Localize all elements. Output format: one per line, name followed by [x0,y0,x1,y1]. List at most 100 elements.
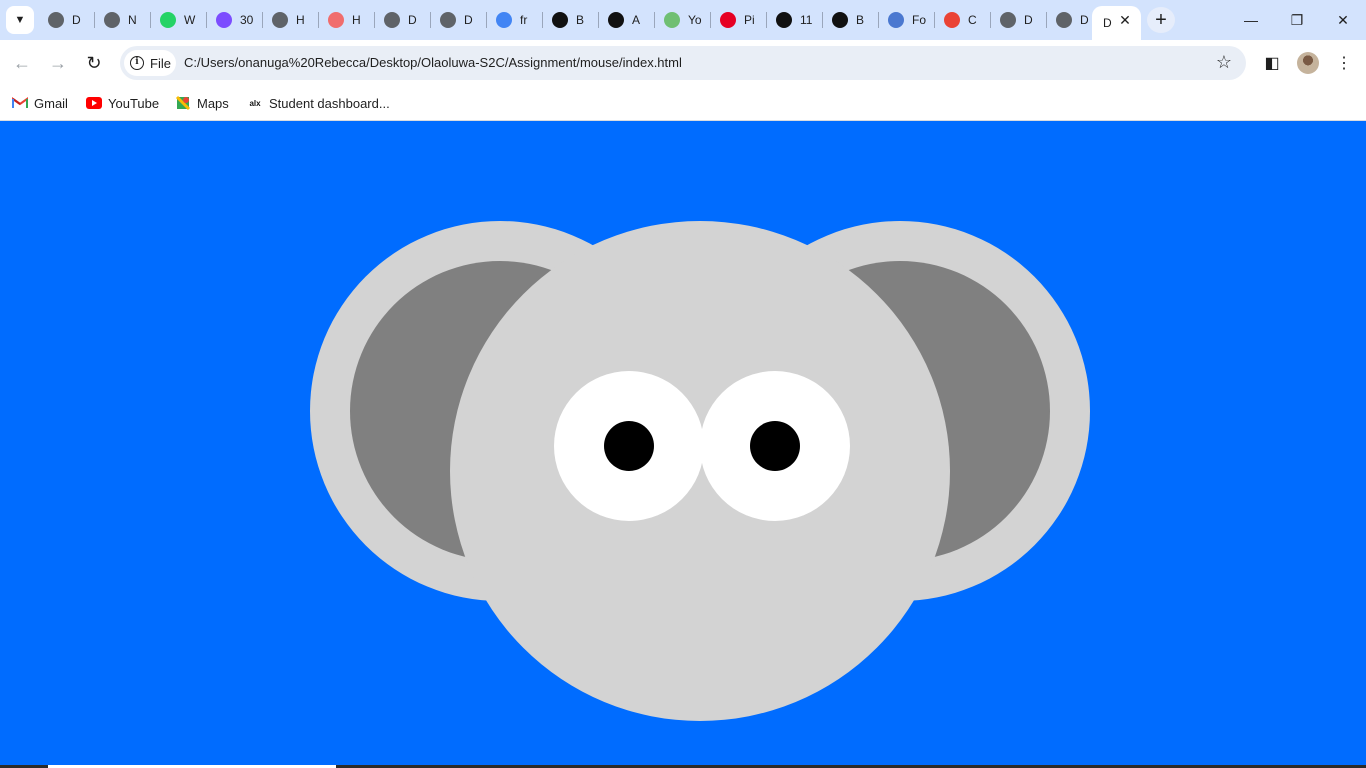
bookmark-youtube[interactable]: YouTube [86,92,159,114]
tab-separator [206,12,207,28]
tab-title: Fo [912,13,926,27]
url-text[interactable]: C:/Users/onanuga%20Rebecca/Desktop/Olaol… [184,55,682,70]
tab-7[interactable]: D [432,6,486,34]
tab-separator [822,12,823,28]
tab-separator [94,12,95,28]
address-bar[interactable]: i File C:/Users/onanuga%20Rebecca/Deskto… [120,46,1246,80]
loop-icon [664,12,680,28]
alx-icon: alx [249,98,261,108]
left-pupil [604,421,654,471]
tab-title: D [464,13,473,27]
gmail-icon [12,96,28,110]
maps-icon [175,95,191,111]
right-eye [700,371,850,521]
tab-11[interactable]: Yo [656,6,710,34]
side-panel-button[interactable]: ◧ [1257,48,1287,78]
bookmark-star-icon[interactable]: ☆ [1216,52,1232,73]
tab-3[interactable]: 30 [208,6,262,34]
forward-button[interactable]: → [43,48,73,78]
building-icon [552,12,568,28]
tab-separator [374,12,375,28]
tab-separator [878,12,879,28]
tab-4[interactable]: H [264,6,318,34]
is-icon [608,12,624,28]
tab-title: N [128,13,137,27]
record-icon [328,12,344,28]
google-icon [496,12,512,28]
tab-8[interactable]: fr [488,6,542,34]
tab-separator [150,12,151,28]
tab-separator [934,12,935,28]
bookmark-gmail[interactable]: Gmail [12,92,68,114]
more-vertical-icon: ⋮ [1336,55,1352,72]
tab-separator [430,12,431,28]
plus-icon: + [1155,9,1167,31]
back-button[interactable]: ← [7,48,37,78]
tab-separator [542,12,543,28]
app-icon [216,12,232,28]
right-pupil [750,421,800,471]
close-icon[interactable]: ✕ [1117,12,1133,28]
arrow-right-icon: → [49,52,67,73]
bookmarks-bar: Gmail YouTube Maps alx Student dashboard… [0,86,1366,121]
tab-13[interactable]: 11 [768,6,822,34]
tab-9[interactable]: B [544,6,598,34]
menu-button[interactable]: ⋮ [1329,48,1359,78]
tab-0[interactable]: D [40,6,94,34]
tab-strip: ▼ D N W 30 H H D Dfr B A Yo Pi 11 B Fo C D D D ✕ + — ❐ ✕ [0,0,1366,40]
pinterest-icon [720,12,736,28]
globe-icon [272,12,288,28]
globe-icon [1000,12,1016,28]
avatar[interactable] [1297,52,1319,74]
tab-title: D [1103,16,1112,30]
tab-separator [766,12,767,28]
new-tab-button[interactable]: + [1147,7,1175,33]
tab-6[interactable]: D [376,6,430,34]
site-info-chip[interactable]: i File [124,50,176,76]
tab-title: B [856,13,865,27]
tab-title: D [408,13,417,27]
bookmark-label: Maps [197,95,229,111]
info-icon: i [130,56,144,70]
tab-10[interactable]: A [600,6,654,34]
minimize-button[interactable]: — [1228,0,1274,40]
tab-separator [318,12,319,28]
minimize-icon: — [1244,12,1258,28]
globe-icon [1056,12,1072,28]
mouse-head [450,221,950,721]
tab-title: Yo [688,13,702,27]
globe-icon [384,12,400,28]
bookmark-maps[interactable]: Maps [175,92,229,114]
tab-title: H [296,13,305,27]
tab-5[interactable]: H [320,6,374,34]
tab-12[interactable]: Pi [712,6,766,34]
mouse-face [0,121,1366,768]
tab-search-button[interactable]: ▼ [6,6,34,34]
chevron-down-icon: ▼ [14,14,26,26]
reload-button[interactable]: ↻ [79,48,109,78]
bookmark-label: Gmail [34,95,68,111]
tab-17[interactable]: D [992,6,1046,34]
tab-title: Pi [744,13,755,27]
st-icon [832,12,848,28]
arrow-left-icon: ← [13,52,31,73]
tab-1[interactable]: N [96,6,150,34]
restore-button[interactable]: ❐ [1274,0,1320,40]
tab-15[interactable]: Fo [880,6,934,34]
bookmark-student-dashboard[interactable]: alx Student dashboard... [247,92,389,114]
tab-2[interactable]: W [152,6,206,34]
tab-separator [598,12,599,28]
tab-14[interactable]: B [824,6,878,34]
globe-icon [440,12,456,28]
page-viewport [0,121,1366,768]
tab-title: D [72,13,81,27]
close-window-button[interactable]: ✕ [1320,0,1366,40]
tab-active[interactable]: D ✕ [1092,6,1141,40]
reload-icon: ↻ [86,52,102,73]
side-panel-icon: ◧ [1264,55,1280,72]
tab-title: W [184,13,196,27]
tab-title: 30 [240,13,254,27]
tab-16[interactable]: C [936,6,990,34]
youtube-icon [86,96,102,110]
site-info-label: File [150,55,171,71]
